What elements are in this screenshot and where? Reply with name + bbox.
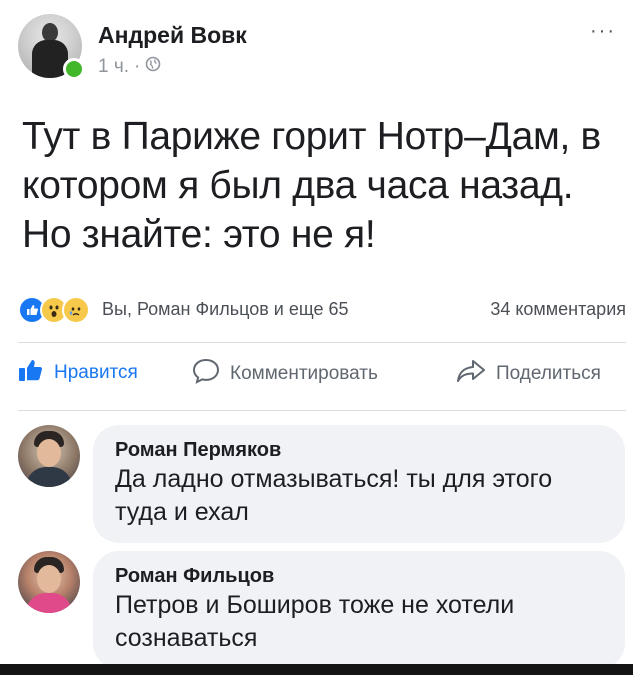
author-name[interactable]: Андрей Вовк <box>98 22 247 49</box>
comments-count[interactable]: 34 комментария <box>490 299 626 320</box>
commenter-avatar[interactable] <box>18 425 80 487</box>
post-meta: 1 ч. · <box>98 56 161 78</box>
bottom-edge <box>0 664 633 675</box>
commenter-avatar[interactable] <box>18 551 80 613</box>
post-text: Тут в Париже горит Нотр–Дам, в котором я… <box>22 115 601 256</box>
post-header: Андрей Вовк 1 ч. · ··· <box>18 14 618 84</box>
globe-icon <box>145 56 161 78</box>
reactions-row[interactable]: Вы, Роман Фильцов и еще 65 34 комментари… <box>18 296 626 324</box>
comment-button[interactable]: Комментировать <box>192 358 378 390</box>
comment-bubble: Роман Пермяков Да ладно отмазываться! ты… <box>93 425 625 543</box>
share-button[interactable]: Поделиться <box>456 358 601 390</box>
action-bar: Нравится Комментировать Поделиться <box>18 358 626 398</box>
divider <box>18 342 626 343</box>
comment-bubble: Роман Фильцов Петров и Боширов тоже не х… <box>93 551 625 669</box>
commenter-name[interactable]: Роман Фильцов <box>115 563 605 589</box>
share-label: Поделиться <box>496 363 601 384</box>
share-arrow-icon <box>456 358 486 390</box>
post-time[interactable]: 1 ч. <box>98 56 129 78</box>
divider <box>18 410 626 411</box>
thumbs-up-icon <box>18 358 44 388</box>
reaction-icons[interactable] <box>18 296 90 324</box>
comment-bubble-icon <box>192 358 220 390</box>
sad-icon <box>62 296 90 324</box>
meta-separator: · <box>134 56 141 77</box>
comment-label: Комментировать <box>230 363 378 384</box>
like-label: Нравится <box>54 362 138 383</box>
like-button[interactable]: Нравится <box>18 358 138 388</box>
online-status-icon <box>63 58 85 80</box>
commenter-name[interactable]: Роман Пермяков <box>115 437 605 463</box>
comment-text: Петров и Боширов тоже не хотели сознават… <box>115 591 515 652</box>
comment-text: Да ладно отмазываться! ты для этого туда… <box>115 465 553 526</box>
more-options-button[interactable]: ··· <box>590 20 616 43</box>
reactions-summary[interactable]: Вы, Роман Фильцов и еще 65 <box>102 299 349 320</box>
